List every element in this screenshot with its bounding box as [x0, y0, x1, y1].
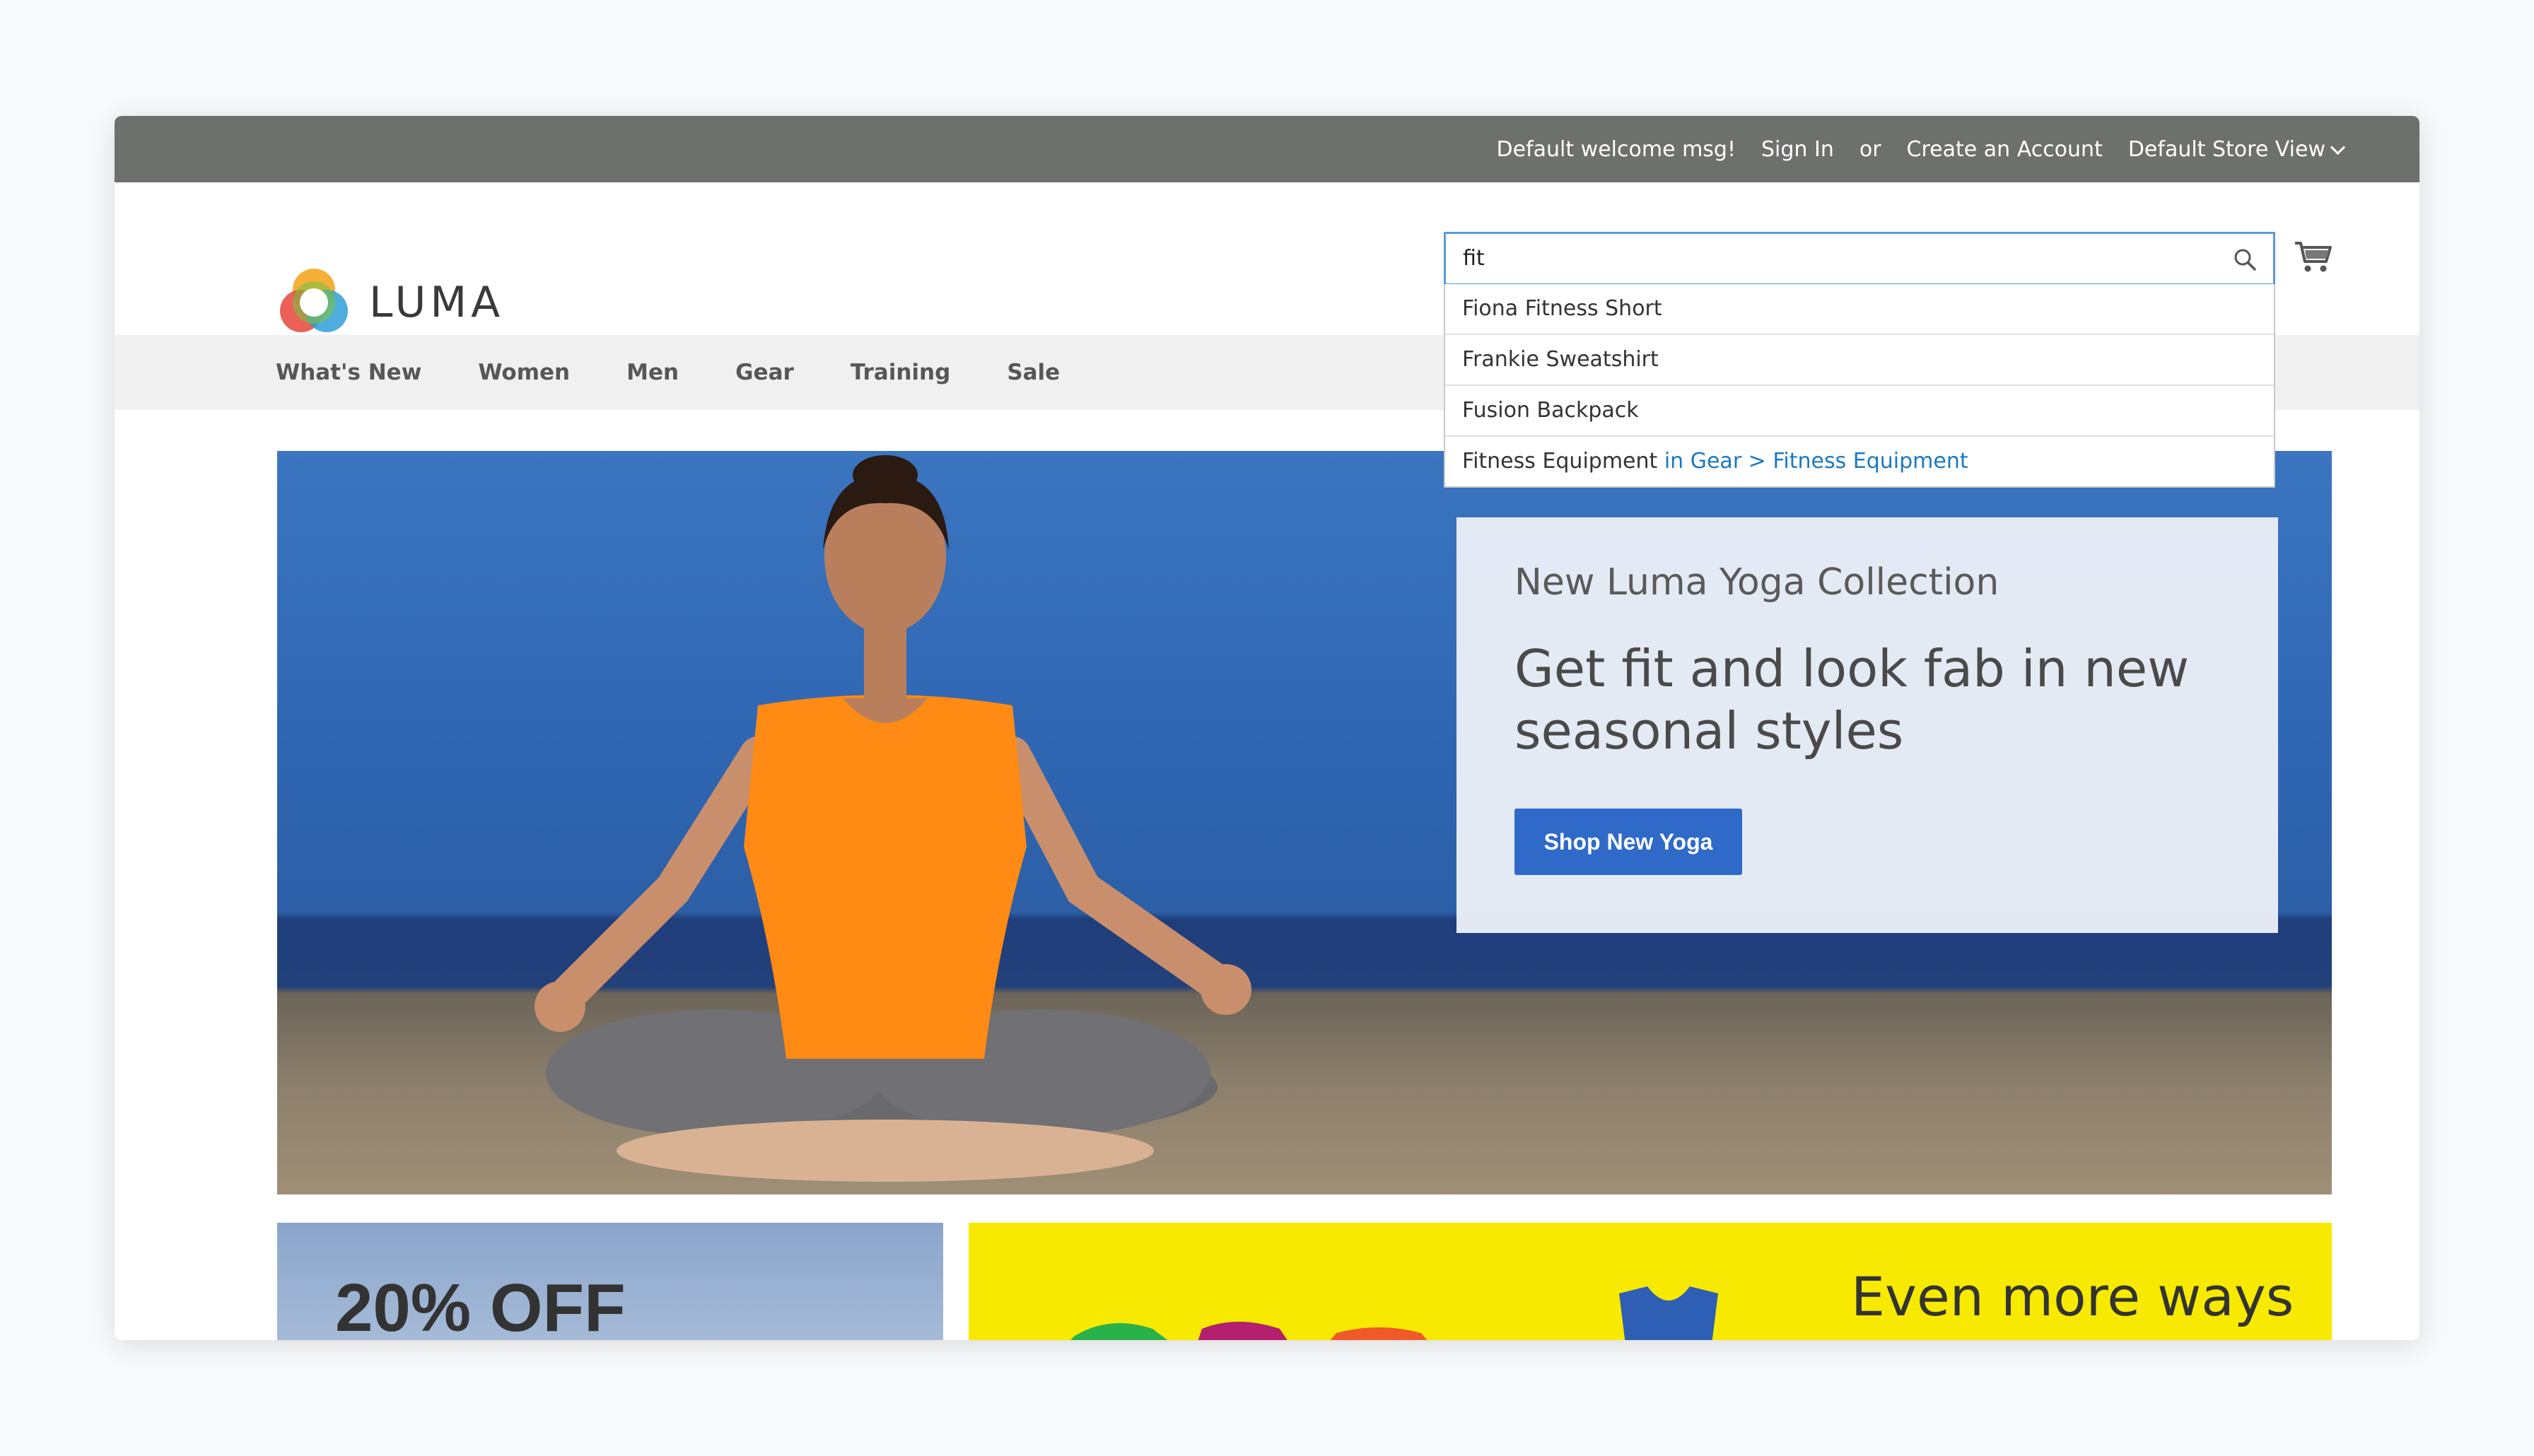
cart-icon[interactable] [2292, 235, 2335, 277]
browser-page: Default welcome msg! Sign In or Create a… [115, 116, 2419, 1340]
sign-in-link[interactable]: Sign In [1761, 137, 1834, 162]
shop-new-yoga-button[interactable]: Shop New Yoga [1514, 809, 1742, 875]
store-view-label: Default Store View [2127, 136, 2325, 162]
or-separator: or [1859, 136, 1881, 162]
promo-card: New Luma Yoga Collection Get fit and loo… [1456, 517, 2278, 933]
nav-item-men[interactable]: Men [626, 360, 679, 385]
tees-image [1070, 1286, 1718, 1340]
promo-subtitle: New Luma Yoga Collection [1514, 561, 1999, 604]
search-input[interactable] [1446, 234, 2212, 282]
autocomplete-item[interactable]: Fiona Fitness Short [1445, 284, 2274, 335]
autocomplete-item[interactable]: Frankie Sweatshirt [1445, 335, 2274, 386]
nav-item-whats-new[interactable]: What's New [276, 360, 421, 385]
nav-item-gear[interactable]: Gear [735, 360, 794, 385]
autocomplete-item-category: in Gear > Fitness Equipment [1664, 449, 1968, 474]
autocomplete-item-label: Fitness Equipment [1462, 449, 1658, 474]
autocomplete-item-label: Fusion Backpack [1462, 398, 1639, 423]
promo-tile-discount[interactable]: 20% OFF [277, 1223, 943, 1340]
discount-heading: 20% OFF [335, 1270, 626, 1340]
create-account-link[interactable]: Create an Account [1907, 137, 2103, 162]
search-autocomplete: Fiona Fitness Short Frankie Sweatshirt F… [1444, 284, 2275, 488]
more-ways-heading: Even more ways [1851, 1265, 2294, 1328]
luma-logo-icon [280, 269, 348, 332]
nav-item-women[interactable]: Women [478, 360, 570, 385]
promo-title: Get fit and look fab in new seasonal sty… [1514, 639, 2190, 761]
autocomplete-item-label: Frankie Sweatshirt [1462, 347, 1659, 372]
nav-item-training[interactable]: Training [851, 360, 951, 385]
nav-item-sale[interactable]: Sale [1007, 360, 1060, 385]
autocomplete-item[interactable]: Fitness Equipment in Gear > Fitness Equi… [1445, 437, 2274, 486]
store-view-switcher[interactable]: Default Store View [2127, 136, 2346, 162]
yoga-woman-image [535, 455, 1251, 1182]
logo[interactable]: LUMA [277, 266, 504, 339]
logo-text: LUMA [369, 278, 505, 327]
welcome-message: Default welcome msg! [1496, 136, 1736, 162]
chevron-down-icon [2330, 139, 2346, 155]
hero-banner[interactable]: New Luma Yoga Collection Get fit and loo… [277, 451, 2332, 1194]
search-box[interactable] [1444, 232, 2275, 286]
search-icon[interactable] [2232, 247, 2258, 272]
autocomplete-item[interactable]: Fusion Backpack [1445, 386, 2274, 437]
top-panel: Default welcome msg! Sign In or Create a… [115, 116, 2419, 182]
promo-tile-more-ways[interactable]: Even more ways [969, 1223, 2332, 1340]
autocomplete-item-label: Fiona Fitness Short [1462, 296, 1662, 321]
